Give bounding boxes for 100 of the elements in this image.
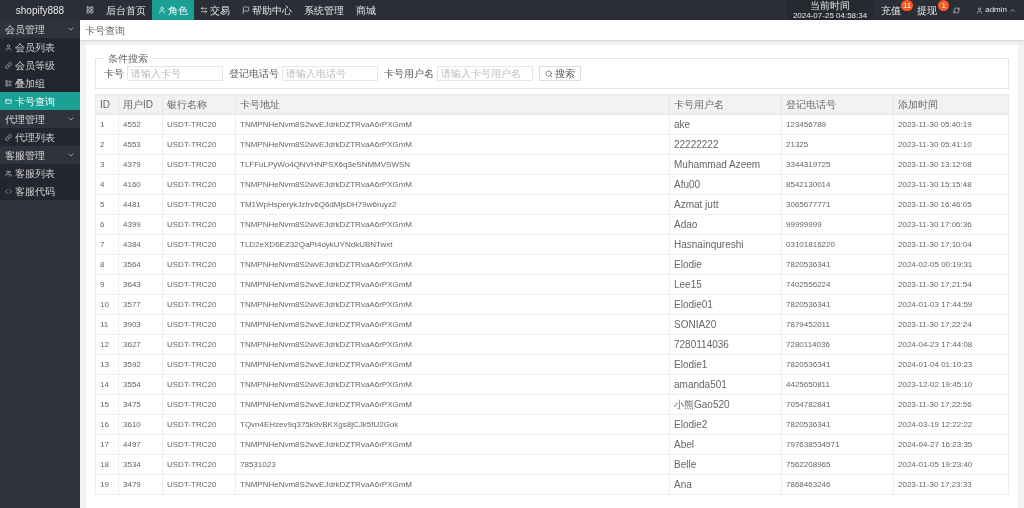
field-label: 登记电话号 xyxy=(229,67,279,81)
current-time: 2024-07-25 04:58:34 xyxy=(792,10,868,20)
table-cell: Elodie1 xyxy=(669,354,782,375)
code-icon xyxy=(5,187,12,195)
sidebar-item[interactable]: 客服列表 xyxy=(0,164,80,182)
table-cell: 2024-02-05 00:19:31 xyxy=(893,254,1009,275)
table-cell: Elodie01 xyxy=(669,294,782,315)
user-menu[interactable]: admin xyxy=(968,0,1024,20)
search-button[interactable]: 搜索 xyxy=(539,66,581,81)
nav-tab[interactable]: 帮助中心 xyxy=(236,0,298,20)
table-cell: 3534 xyxy=(118,454,163,475)
table-cell: TQvn4EHzev9q375k9vBKXgs8jCJk5fU2Gok xyxy=(235,414,670,435)
table-cell: 21325 xyxy=(781,134,894,155)
sidebar-item[interactable]: 会员等级 xyxy=(0,56,80,74)
table-cell: 4481 xyxy=(118,194,163,215)
table-cell: Elodie xyxy=(669,254,782,275)
table-cell: TNMPNHeNvm8S2wvEJdrkDZTRvaA6rPXGmM xyxy=(235,394,670,415)
table-cell: 3344319725 xyxy=(781,154,894,175)
table-cell: 17 xyxy=(95,434,119,455)
table-cell: 3610 xyxy=(118,414,163,435)
table-cell: Muhammad Azeem xyxy=(669,154,782,175)
sidebar-item[interactable]: 叠加组 xyxy=(0,74,80,92)
table-cell: 7820536341 xyxy=(781,294,894,315)
table-cell: Ana xyxy=(669,474,782,495)
table-cell: 3643 xyxy=(118,274,163,295)
table-cell: TNMPNHeNvm8S2wvEJdrkDZTRvaA6rPXGmM xyxy=(235,134,670,155)
brand-logo[interactable]: shopify888 xyxy=(0,0,80,20)
table-cell: 1 xyxy=(95,114,119,135)
table-cell: 3564 xyxy=(118,254,163,275)
table-cell: TNMPNHeNvm8S2wvEJdrkDZTRvaA6rPXGmM xyxy=(235,334,670,355)
table-cell: 2 xyxy=(95,134,119,155)
nav-tab[interactable]: 交易 xyxy=(194,0,236,20)
table-cell: TNMPNHeNvm8S2wvEJdrkDZTRvaA6rPXGmM xyxy=(235,174,670,195)
table-cell: 8542130014 xyxy=(781,174,894,195)
table-cell: USDT-TRC20 xyxy=(162,394,236,415)
table-cell: 16 xyxy=(95,414,119,435)
field-label: 卡号 xyxy=(104,67,124,81)
table-cell: 4553 xyxy=(118,134,163,155)
input-field[interactable]: 请输入卡号用户名 xyxy=(437,66,533,81)
table-cell: 3475 xyxy=(118,394,163,415)
table-cell: 2024-01-03 17:44:59 xyxy=(893,294,1009,315)
list-icon xyxy=(5,79,12,87)
table-cell: TNMPNHeNvm8S2wvEJdrkDZTRvaA6rPXGmM xyxy=(235,274,670,295)
table-cell: USDT-TRC20 xyxy=(162,334,236,355)
users-icon xyxy=(5,169,12,177)
table-cell: 7280114036 xyxy=(669,334,782,355)
link-icon xyxy=(5,133,12,141)
table-cell: 4379 xyxy=(118,154,163,175)
table-cell: 2024-01-04 01:10:23 xyxy=(893,354,1009,375)
input-field[interactable]: 请输入电话号 xyxy=(282,66,378,81)
table-cell: Lee15 xyxy=(669,274,782,295)
table-cell: TNMPNHeNvm8S2wvEJdrkDZTRvaA6rPXGmM xyxy=(235,314,670,335)
user-icon xyxy=(158,6,166,14)
nav-tab[interactable]: 商城 xyxy=(350,0,382,20)
table-cell: TLFFuLPyWo4QNVHNPSX6q3eSNMMVSWSN xyxy=(235,154,670,175)
table-cell: USDT-TRC20 xyxy=(162,294,236,315)
table-cell: 7562208965 xyxy=(781,454,894,475)
nav-tab[interactable]: 系统管理 xyxy=(298,0,350,20)
table-cell: USDT-TRC20 xyxy=(162,434,236,455)
breadcrumb[interactable]: 卡号查询 xyxy=(85,22,125,38)
table-cell: 3554 xyxy=(118,374,163,395)
table-cell: TNMPNHeNvm8S2wvEJdrkDZTRvaA6rPXGmM xyxy=(235,214,670,235)
table-cell: Abel xyxy=(669,434,782,455)
sidebar-item[interactable]: 代理列表 xyxy=(0,128,80,146)
table-cell: 2023-11-30 17:21:54 xyxy=(893,274,1009,295)
table-cell: USDT-TRC20 xyxy=(162,214,236,235)
table-cell: USDT-TRC20 xyxy=(162,314,236,335)
table-cell: Belle xyxy=(669,454,782,475)
table-cell: USDT-TRC20 xyxy=(162,194,236,215)
sidebar-item[interactable]: 客服代码 xyxy=(0,182,80,200)
table-cell: 4384 xyxy=(118,234,163,255)
table-cell: 11 xyxy=(95,314,119,335)
table-cell: USDT-TRC20 xyxy=(162,454,236,475)
table-cell: 7820536341 xyxy=(781,354,894,375)
arrows-icon xyxy=(200,6,208,14)
table-cell: TLD2eXD6EZ32QaPt4oykUYNdkUBNTwxt xyxy=(235,234,670,255)
table-cell: 小熊Gao520 xyxy=(669,394,782,415)
column-header: ID xyxy=(95,94,119,115)
table-cell: TNMPNHeNvm8S2wvEJdrkDZTRvaA6rPXGmM xyxy=(235,434,670,455)
table-cell: 7868463246 xyxy=(781,474,894,495)
table-cell: 7054782841 xyxy=(781,394,894,415)
table-cell: USDT-TRC20 xyxy=(162,374,236,395)
table-cell: 3 xyxy=(95,154,119,175)
table-cell: 10 xyxy=(95,294,119,315)
table-cell: 3903 xyxy=(118,314,163,335)
input-field[interactable]: 请输入卡号 xyxy=(127,66,223,81)
card-icon xyxy=(5,97,12,105)
column-header: 用户ID xyxy=(118,94,163,115)
table-cell: 2023-11-30 17:23:33 xyxy=(893,474,1009,495)
table-cell: 4160 xyxy=(118,174,163,195)
link-icon xyxy=(5,61,12,69)
table-cell: TNMPNHeNvm8S2wvEJdrkDZTRvaA6rPXGmM xyxy=(235,374,670,395)
table-cell: 6 xyxy=(95,214,119,235)
table-cell: 7280114036 xyxy=(781,334,894,355)
table-cell: 15 xyxy=(95,394,119,415)
nav-tab[interactable]: 后台首页 xyxy=(100,0,152,20)
chevron-icon xyxy=(67,115,75,123)
table-cell: 2024-03-19 12:22:22 xyxy=(893,414,1009,435)
sidebar-item[interactable]: 会员列表 xyxy=(0,38,80,56)
table-cell: USDT-TRC20 xyxy=(162,254,236,275)
